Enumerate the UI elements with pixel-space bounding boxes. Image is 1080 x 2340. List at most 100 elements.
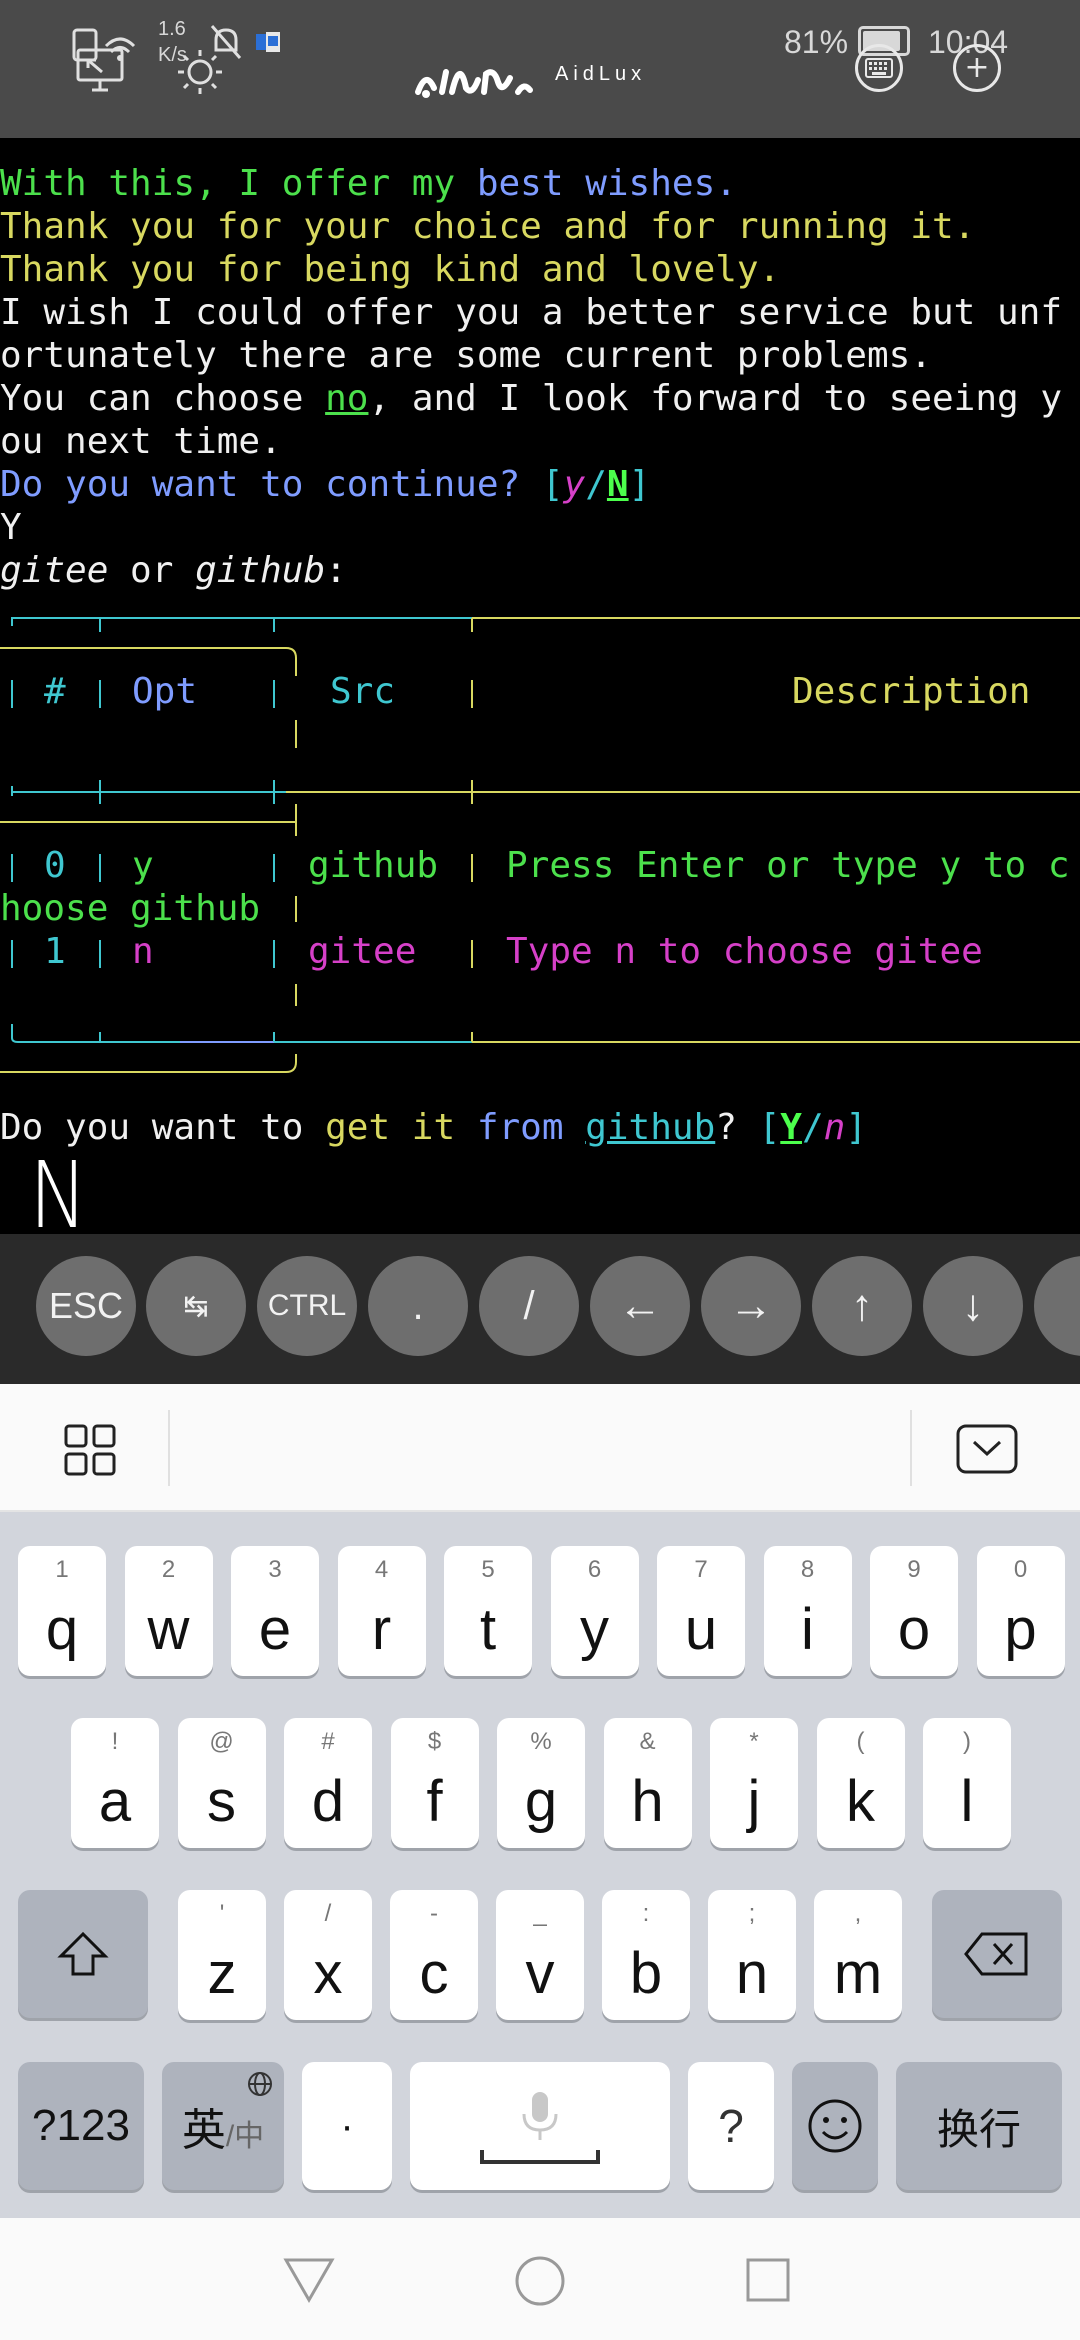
key-k[interactable]: (k	[816, 1718, 905, 1848]
key-hint: '	[219, 1900, 225, 1927]
key-label: z	[207, 1941, 237, 2006]
recents-square-icon[interactable]	[744, 2256, 792, 2304]
key-g[interactable]: % g	[497, 1718, 585, 1848]
keyboard-icon	[865, 58, 893, 78]
table-header-num: #	[44, 671, 66, 712]
space-bar-icon	[480, 2150, 600, 2164]
backspace-key[interactable]	[932, 1890, 1062, 2018]
keyboard-toggle-button[interactable]	[855, 44, 903, 92]
middle-dot-key[interactable]: ·	[302, 2062, 392, 2190]
key-label: v	[525, 1941, 555, 2006]
esc-key[interactable]: ESC	[36, 1256, 136, 1356]
terminal-text: Thank you for your choice and for runnin…	[0, 206, 976, 247]
key-m[interactable]: ,m	[814, 1890, 902, 2020]
key-b[interactable]: :b	[602, 1890, 690, 2020]
key-hint: @	[209, 1728, 234, 1755]
key-label: o	[897, 1597, 931, 1662]
key-u[interactable]: 7u	[657, 1546, 745, 1676]
terminal-text: y	[563, 464, 586, 505]
key-c[interactable]: -c	[390, 1890, 478, 2020]
key-n[interactable]: ; n	[708, 1890, 796, 2020]
terminal-text: ]	[628, 464, 651, 505]
terminal-text: github	[195, 550, 326, 591]
key-w[interactable]: 2w	[124, 1546, 213, 1676]
key-l[interactable]: ) l	[923, 1718, 1011, 1848]
arrow-right-key[interactable]: →	[701, 1256, 801, 1356]
emoji-key[interactable]	[792, 2062, 878, 2190]
key-label: b	[629, 1941, 663, 2006]
shift-icon	[57, 1931, 109, 1976]
key-r[interactable]: 4r	[337, 1546, 426, 1676]
table-cell-num: 1	[44, 931, 66, 972]
key-hint: ,	[854, 1900, 862, 1927]
symbols-key[interactable]: ?123	[18, 2062, 144, 2190]
soft-keyboard: 1q2w3e4r5t6y7u8i9o0p ! a @ s # d $ f% g & h * j(k) l …	[0, 1512, 1080, 2218]
terminal-output[interactable]: With this, I offer my best wishes. Thank…	[0, 138, 1080, 1234]
key-hint: &	[639, 1728, 656, 1755]
key-hint: ;	[748, 1900, 756, 1927]
terminal-text: [	[541, 464, 564, 505]
terminal-text: ?	[715, 1107, 759, 1148]
shift-key[interactable]	[18, 1890, 148, 2018]
question-key-label: ?	[718, 2100, 744, 2152]
question-key[interactable]: ?	[688, 2062, 774, 2190]
terminal-text: no	[325, 378, 369, 419]
key-z[interactable]: ' z	[178, 1890, 266, 2020]
table-cell-description: Type n to choose gitee	[506, 931, 983, 972]
tab-key[interactable]: ↹	[146, 1256, 246, 1356]
status-bar: 1.6 K/s AidLux 81% 10:04 +	[0, 0, 1080, 138]
key-i[interactable]: 8i	[763, 1546, 852, 1676]
terminal-text: Y	[0, 507, 22, 548]
home-circle-icon[interactable]	[513, 2254, 567, 2308]
extra-key-partial[interactable]	[1034, 1256, 1080, 1356]
key-d[interactable]: # d	[284, 1718, 372, 1848]
key-x[interactable]: / x	[284, 1890, 372, 2020]
table-cell-description-wrap: hoose github	[0, 888, 261, 929]
key-f[interactable]: $ f	[390, 1718, 479, 1848]
ctrl-key[interactable]: CTRL	[257, 1256, 357, 1356]
key-hint: )	[963, 1728, 971, 1755]
key-label: w	[147, 1597, 190, 1662]
lang-key-sub: /中	[225, 2120, 265, 2153]
key-e[interactable]: 3e	[231, 1546, 319, 1676]
enter-key[interactable]: 换行	[896, 2062, 1062, 2190]
key-hint: 9	[907, 1556, 921, 1583]
key-h[interactable]: & h	[603, 1718, 692, 1848]
key-y[interactable]: 6y	[550, 1546, 639, 1676]
key-v[interactable]: _ v	[496, 1890, 584, 2020]
dot-key[interactable]: .	[368, 1256, 468, 1356]
key-q[interactable]: 1q	[18, 1546, 106, 1676]
key-s[interactable]: @ s	[177, 1718, 266, 1848]
net-speed-value: 1.6	[158, 18, 186, 40]
arrow-up-key[interactable]: ↑	[812, 1256, 912, 1356]
slash-key[interactable]: /	[479, 1256, 579, 1356]
key-j[interactable]: * j	[710, 1718, 798, 1848]
key-label: p	[1004, 1597, 1037, 1662]
add-session-button[interactable]: +	[953, 44, 1001, 92]
back-triangle-icon[interactable]	[282, 2256, 336, 2304]
key-label: t	[479, 1597, 497, 1662]
key-label: a	[98, 1769, 132, 1834]
arrow-left-key[interactable]: ←	[590, 1256, 690, 1356]
arrow-down-key[interactable]: ↓	[923, 1256, 1023, 1356]
key-hint: 5	[481, 1556, 495, 1583]
grid-menu-icon[interactable]	[64, 1424, 116, 1476]
language-switch-key[interactable]: 英/中	[162, 2062, 284, 2190]
symbols-key-label: ?123	[32, 2101, 130, 2150]
table-cell-opt: y	[132, 845, 154, 886]
key-hint: 0	[1013, 1556, 1028, 1583]
space-key[interactable]	[410, 2062, 670, 2190]
key-hint: 7	[694, 1556, 708, 1583]
key-o[interactable]: 9o	[870, 1546, 958, 1676]
key-t[interactable]: 5t	[444, 1546, 532, 1676]
key-hint: 1	[55, 1556, 69, 1583]
key-p[interactable]: 0p	[976, 1546, 1065, 1676]
plus-icon: +	[964, 50, 990, 85]
key-label: h	[631, 1769, 664, 1834]
key-a[interactable]: ! a	[71, 1718, 159, 1848]
mute-bell-icon	[210, 25, 242, 59]
microphone-icon	[522, 2092, 558, 2140]
navigation-bar	[0, 2218, 1080, 2340]
key-hint: %	[530, 1728, 552, 1755]
hide-keyboard-icon[interactable]	[956, 1424, 1018, 1474]
